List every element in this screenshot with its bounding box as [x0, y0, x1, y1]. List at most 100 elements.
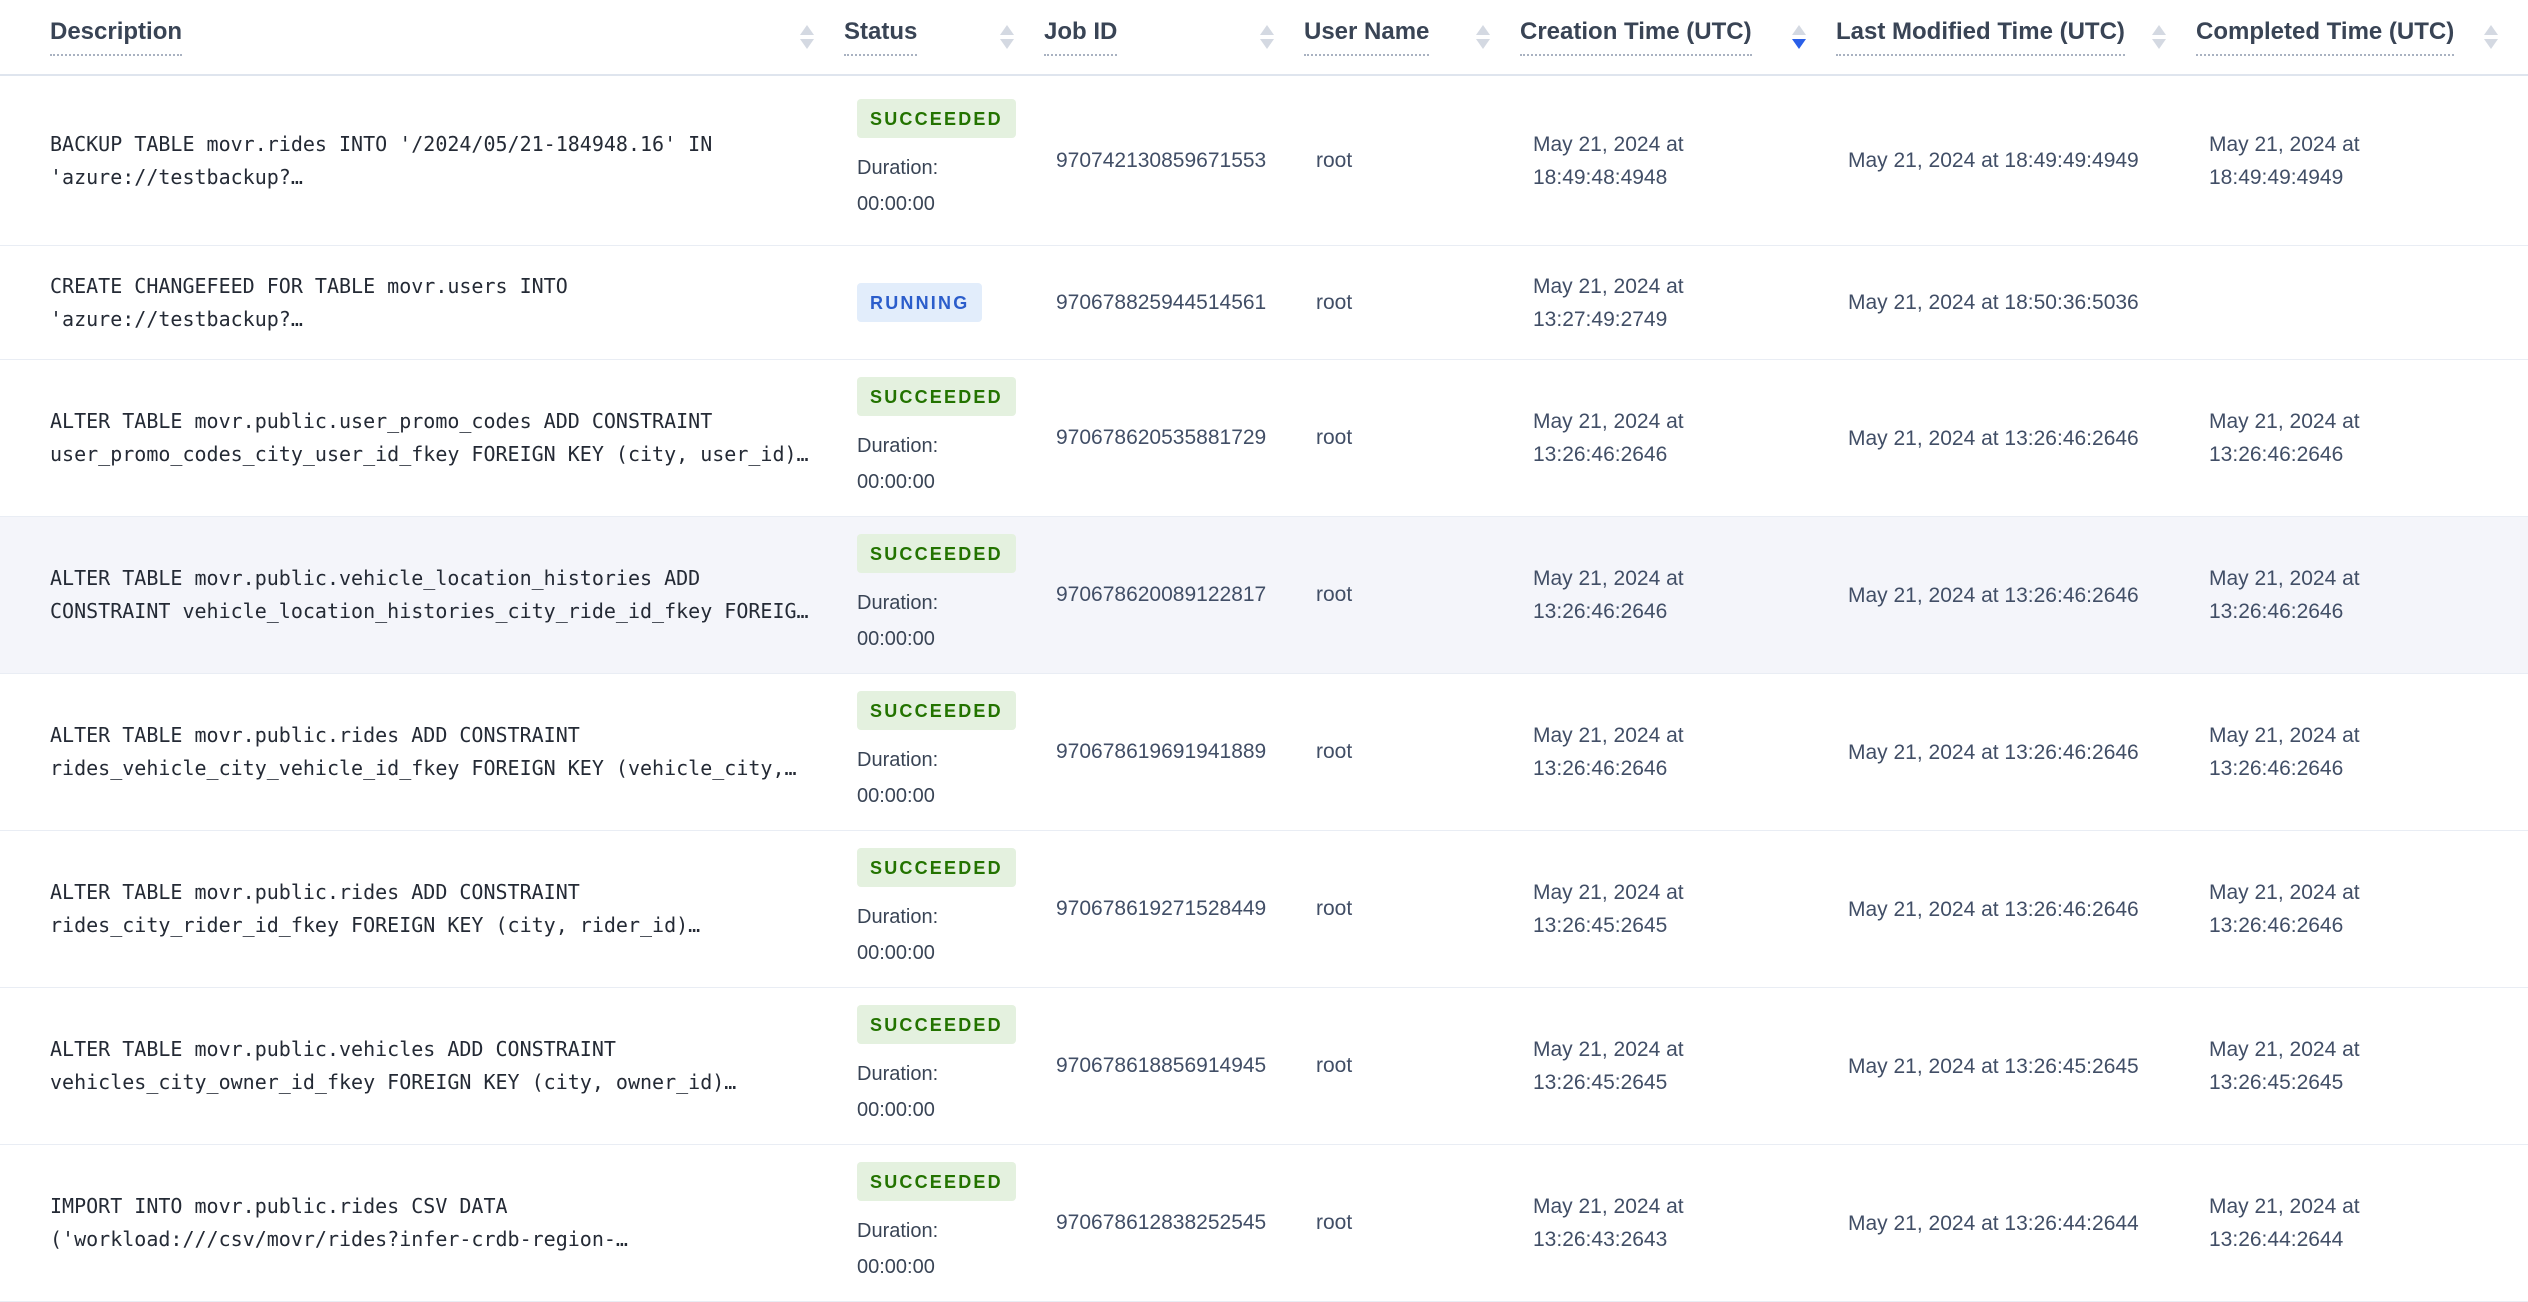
job-id-value: 970742130859671553	[1056, 148, 1267, 172]
completed-time-value: May 21, 2024 at 13:26:46:2646	[2209, 567, 2360, 623]
sort-icon[interactable]	[1476, 24, 1490, 49]
table-row[interactable]: IMPORT INTO movr.public.rides CSV DATA (…	[0, 1145, 2528, 1302]
status-badge: SUCCEEDED	[857, 533, 1016, 573]
column-header-last-modified-time[interactable]: Last Modified Time (UTC)	[1836, 18, 2196, 56]
sort-asc-arrow-icon	[1476, 24, 1490, 35]
last-modified-time-cell: May 21, 2024 at 18:50:36:5036	[1836, 246, 2196, 359]
sort-asc-arrow-icon	[1260, 24, 1274, 35]
duration-block: Duration: 00:00:00	[857, 742, 938, 814]
job-description-link[interactable]: BACKUP TABLE movr.rides INTO '/2024/05/2…	[50, 128, 828, 194]
creation-time-cell: May 21, 2024 at 13:26:46:2646	[1520, 517, 1836, 673]
jobs-table: Description Status Job ID User Name Crea…	[0, 0, 2528, 1302]
duration-label: Duration:	[857, 157, 939, 179]
job-description-link[interactable]: ALTER TABLE movr.public.vehicle_location…	[50, 562, 828, 628]
completed-time-cell: May 21, 2024 at 13:26:46:2646	[2196, 831, 2528, 987]
table-row[interactable]: ALTER TABLE movr.public.user_promo_codes…	[0, 360, 2528, 517]
last-modified-time-cell: May 21, 2024 at 13:26:46:2646	[1836, 517, 2196, 673]
column-label-user-name: User Name	[1304, 18, 1430, 56]
last-modified-time-value: May 21, 2024 at 13:26:44:2644	[1848, 1211, 2139, 1235]
table-row[interactable]: BACKUP TABLE movr.rides INTO '/2024/05/2…	[0, 76, 2528, 246]
sort-icon[interactable]	[2152, 24, 2166, 49]
status-badge: SUCCEEDED	[857, 1004, 1016, 1044]
job-description-link[interactable]: CREATE CHANGEFEED FOR TABLE movr.users I…	[50, 270, 828, 336]
duration-label: Duration:	[857, 434, 939, 457]
creation-time-value: May 21, 2024 at 13:26:43:2643	[1533, 1195, 1684, 1251]
status-badge: SUCCEEDED	[857, 376, 1016, 416]
job-id-value: 970678618856914945	[1056, 1054, 1267, 1077]
column-header-job-id[interactable]: Job ID	[1044, 18, 1304, 56]
last-modified-time-value: May 21, 2024 at 13:26:46:2646	[1848, 583, 2139, 607]
creation-time-value: May 21, 2024 at 13:26:46:2646	[1533, 567, 1684, 623]
last-modified-time-value: May 21, 2024 at 13:26:46:2646	[1848, 426, 2139, 450]
completed-time-cell: May 21, 2024 at 13:26:44:2644	[2196, 1145, 2528, 1301]
job-description-cell: ALTER TABLE movr.public.rides ADD CONSTR…	[0, 674, 844, 830]
column-label-description: Description	[50, 18, 183, 56]
job-id-value: 970678612838252545	[1056, 1211, 1267, 1234]
job-status-cell: SUCCEEDED Duration: 00:00:00	[844, 517, 1044, 673]
job-id-cell: 970678612838252545	[1044, 1145, 1304, 1301]
job-description-cell: ALTER TABLE movr.public.vehicles ADD CON…	[0, 988, 844, 1144]
column-header-creation-time[interactable]: Creation Time (UTC)	[1520, 18, 1836, 56]
user-name-value: root	[1316, 1211, 1353, 1234]
table-row[interactable]: ALTER TABLE movr.public.vehicles ADD CON…	[0, 988, 2528, 1145]
user-name-cell: root	[1304, 988, 1520, 1144]
job-description-link[interactable]: ALTER TABLE movr.public.vehicles ADD CON…	[50, 1033, 828, 1099]
sort-desc-arrow-icon	[1792, 38, 1806, 49]
job-description-link[interactable]: ALTER TABLE movr.public.rides ADD CONSTR…	[50, 876, 828, 942]
completed-time-cell: May 21, 2024 at 13:26:46:2646	[2196, 517, 2528, 673]
sort-icon[interactable]	[2484, 24, 2498, 49]
completed-time-value: May 21, 2024 at 18:49:49:4949	[2209, 132, 2360, 189]
sort-icon[interactable]	[1260, 24, 1274, 49]
column-label-creation-time: Creation Time (UTC)	[1520, 18, 1752, 56]
user-name-value: root	[1316, 897, 1353, 920]
duration-block: Duration: 00:00:00	[857, 150, 938, 222]
creation-time-cell: May 21, 2024 at 13:26:46:2646	[1520, 674, 1836, 830]
duration-value: 00:00:00	[857, 627, 935, 650]
sort-asc-arrow-icon	[2152, 24, 2166, 35]
table-row[interactable]: ALTER TABLE movr.public.rides ADD CONSTR…	[0, 831, 2528, 988]
column-label-status: Status	[844, 18, 918, 56]
job-description-link[interactable]: ALTER TABLE movr.public.rides ADD CONSTR…	[50, 719, 828, 785]
job-id-cell: 970678619691941889	[1044, 674, 1304, 830]
user-name-cell: root	[1304, 517, 1520, 673]
duration-label: Duration:	[857, 748, 939, 771]
job-id-cell: 970678620535881729	[1044, 360, 1304, 516]
completed-time-cell: May 21, 2024 at 13:26:46:2646	[2196, 360, 2528, 516]
user-name-value: root	[1316, 740, 1353, 763]
completed-time-value: May 21, 2024 at 13:26:44:2644	[2209, 1195, 2360, 1251]
creation-time-value: May 21, 2024 at 18:49:48:4948	[1533, 132, 1684, 189]
duration-value: 00:00:00	[857, 470, 935, 493]
creation-time-cell: May 21, 2024 at 13:26:43:2643	[1520, 1145, 1836, 1301]
job-id-cell: 970678619271528449	[1044, 831, 1304, 987]
table-row[interactable]: ALTER TABLE movr.public.vehicle_location…	[0, 517, 2528, 674]
last-modified-time-cell: May 21, 2024 at 13:26:46:2646	[1836, 360, 2196, 516]
duration-block: Duration: 00:00:00	[857, 1056, 938, 1128]
status-badge: SUCCEEDED	[857, 690, 1016, 730]
duration-block: Duration: 00:00:00	[857, 1213, 938, 1285]
sort-icon[interactable]	[800, 24, 814, 49]
status-badge: SUCCEEDED	[857, 99, 1016, 138]
duration-label: Duration:	[857, 1062, 939, 1085]
status-badge: SUCCEEDED	[857, 847, 1016, 887]
completed-time-cell: May 21, 2024 at 13:26:45:2645	[2196, 988, 2528, 1144]
job-description-cell: CREATE CHANGEFEED FOR TABLE movr.users I…	[0, 246, 844, 359]
table-row[interactable]: CREATE CHANGEFEED FOR TABLE movr.users I…	[0, 246, 2528, 360]
sort-asc-arrow-icon	[1792, 24, 1806, 35]
user-name-cell: root	[1304, 831, 1520, 987]
column-header-user-name[interactable]: User Name	[1304, 18, 1520, 56]
job-id-cell: 970678825944514561	[1044, 246, 1304, 359]
last-modified-time-value: May 21, 2024 at 13:26:46:2646	[1848, 740, 2139, 764]
column-header-status[interactable]: Status	[844, 18, 1044, 56]
completed-time-value: May 21, 2024 at 13:26:45:2645	[2209, 1038, 2360, 1094]
sort-icon[interactable]	[1792, 24, 1806, 49]
sort-icon[interactable]	[1000, 24, 1014, 49]
job-description-link[interactable]: IMPORT INTO movr.public.rides CSV DATA (…	[50, 1190, 828, 1256]
creation-time-cell: May 21, 2024 at 13:26:45:2645	[1520, 988, 1836, 1144]
user-name-value: root	[1316, 1054, 1353, 1077]
table-row[interactable]: ALTER TABLE movr.public.rides ADD CONSTR…	[0, 674, 2528, 831]
column-header-description[interactable]: Description	[0, 18, 844, 56]
job-description-link[interactable]: ALTER TABLE movr.public.user_promo_codes…	[50, 405, 828, 471]
column-header-completed-time[interactable]: Completed Time (UTC)	[2196, 18, 2528, 56]
completed-time-value: May 21, 2024 at 13:26:46:2646	[2209, 881, 2360, 937]
creation-time-value: May 21, 2024 at 13:26:46:2646	[1533, 724, 1684, 780]
